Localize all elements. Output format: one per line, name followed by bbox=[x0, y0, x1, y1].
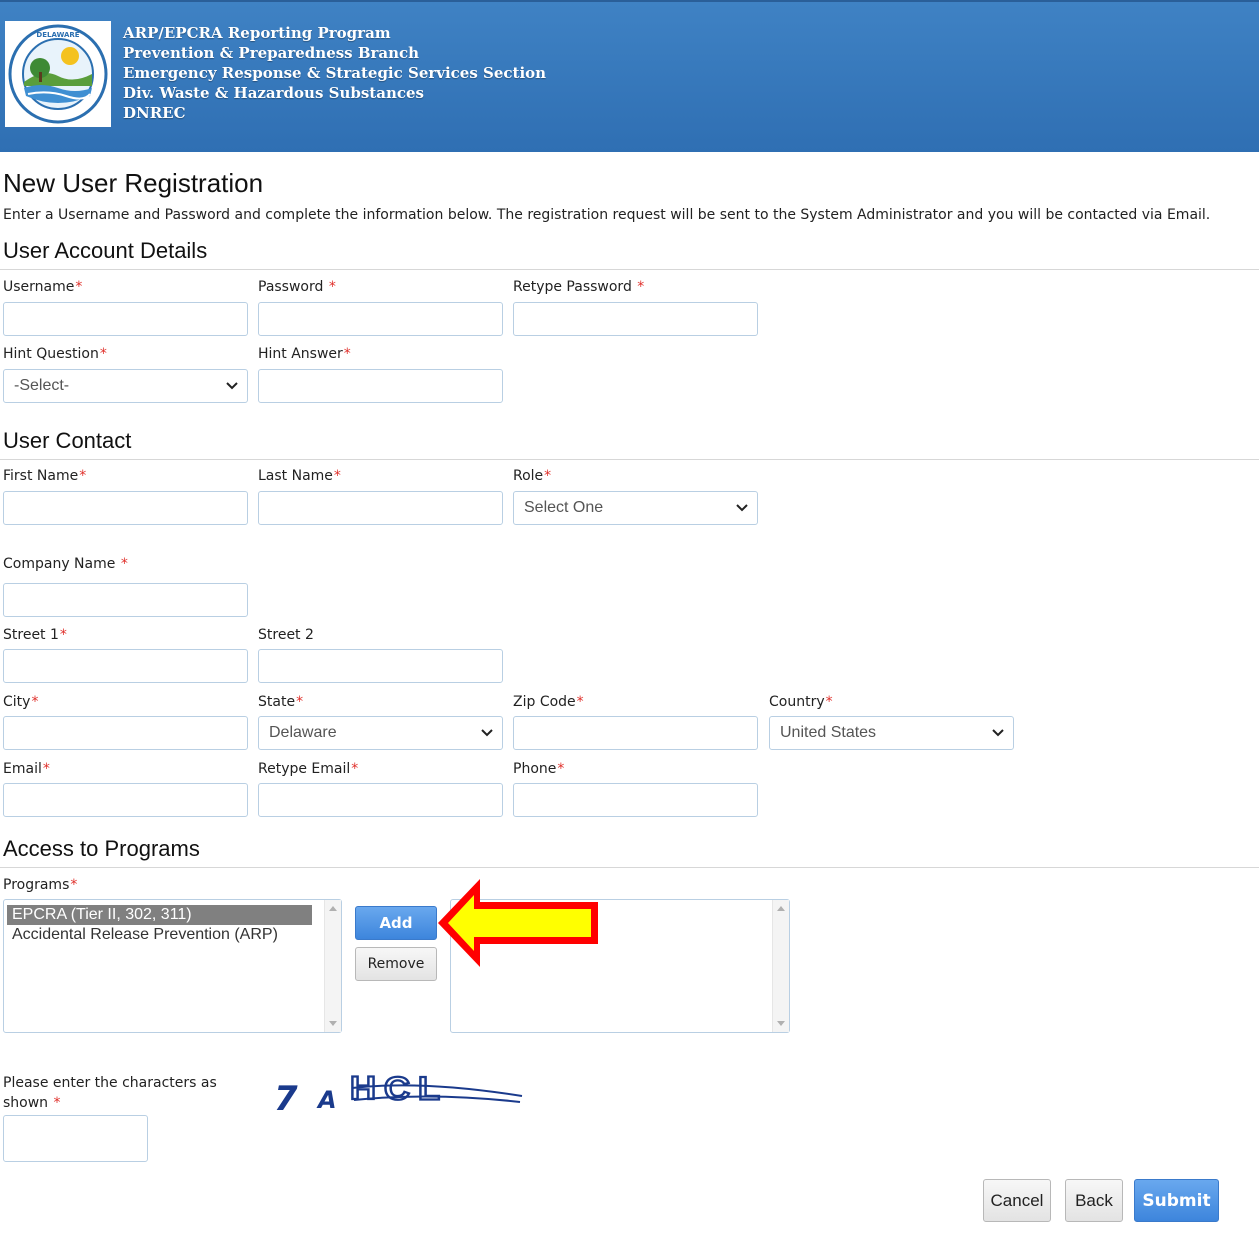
first-name-input[interactable] bbox=[3, 491, 248, 525]
chevron-down-icon bbox=[481, 729, 493, 737]
required-marker: * bbox=[333, 468, 341, 484]
program-title-block: ARP/EPCRA Reporting Program Prevention &… bbox=[123, 23, 546, 123]
programs-label: Programs* bbox=[3, 877, 78, 893]
required-marker: * bbox=[120, 556, 128, 572]
email-input[interactable] bbox=[3, 783, 248, 817]
required-marker: * bbox=[75, 279, 83, 295]
city-label: City* bbox=[3, 694, 39, 710]
hint-answer-label: Hint Answer* bbox=[258, 346, 351, 362]
first-name-label: First Name* bbox=[3, 468, 87, 484]
captcha-input[interactable] bbox=[3, 1115, 148, 1162]
required-marker: * bbox=[79, 468, 87, 484]
intro-text: Enter a Username and Password and comple… bbox=[3, 207, 1211, 223]
required-marker: * bbox=[557, 761, 565, 777]
street1-label: Street 1* bbox=[3, 627, 67, 643]
company-name-input[interactable] bbox=[3, 583, 248, 617]
last-name-label: Last Name* bbox=[258, 468, 341, 484]
required-marker: * bbox=[576, 694, 584, 710]
header-line-program: ARP/EPCRA Reporting Program bbox=[123, 24, 391, 42]
program-option-epcra[interactable]: EPCRA (Tier II, 302, 311) bbox=[7, 905, 312, 925]
password-label: Password * bbox=[258, 279, 336, 295]
back-button[interactable]: Back bbox=[1065, 1179, 1123, 1222]
section-divider bbox=[0, 867, 1259, 868]
company-name-label: Company Name * bbox=[3, 556, 128, 572]
retype-email-label: Retype Email* bbox=[258, 761, 359, 777]
site-header: DELAWARE ARP/EPCRA Reporting Program Pre… bbox=[0, 0, 1259, 152]
captcha-char-5: L bbox=[418, 1071, 440, 1107]
required-marker: * bbox=[53, 1095, 61, 1111]
zip-code-label: Zip Code* bbox=[513, 694, 584, 710]
password-input[interactable] bbox=[258, 302, 503, 336]
username-label: Username* bbox=[3, 279, 83, 295]
cancel-button[interactable]: Cancel bbox=[983, 1179, 1051, 1222]
section-title-programs: Access to Programs bbox=[3, 836, 200, 861]
street1-input[interactable] bbox=[3, 649, 248, 683]
submit-button[interactable]: Submit bbox=[1134, 1179, 1219, 1222]
hint-question-select[interactable]: -Select- bbox=[3, 369, 248, 403]
street2-label: Street 2 bbox=[258, 627, 314, 643]
chevron-down-icon bbox=[736, 504, 748, 512]
captcha-image: 7 A H C L bbox=[272, 1069, 532, 1120]
state-label: State* bbox=[258, 694, 304, 710]
hint-question-value: -Select- bbox=[14, 377, 70, 394]
chevron-down-icon bbox=[992, 729, 1004, 737]
captcha-char-4: C bbox=[384, 1071, 410, 1107]
chevron-down-icon bbox=[226, 382, 238, 390]
zip-code-input[interactable] bbox=[513, 716, 758, 750]
dnrec-logo: DELAWARE bbox=[5, 21, 111, 127]
header-line-agency: DNREC bbox=[123, 104, 186, 122]
required-marker: * bbox=[31, 694, 39, 710]
captcha-label: Please enter the characters as shown * bbox=[3, 1075, 217, 1111]
last-name-input[interactable] bbox=[258, 491, 503, 525]
retype-email-input[interactable] bbox=[258, 783, 503, 817]
country-select[interactable]: United States bbox=[769, 716, 1014, 750]
required-marker: * bbox=[296, 694, 304, 710]
required-marker: * bbox=[825, 694, 833, 710]
captcha-char-1: 7 bbox=[274, 1079, 298, 1119]
required-marker: * bbox=[343, 346, 351, 362]
svg-text:DELAWARE: DELAWARE bbox=[36, 31, 79, 39]
required-marker: * bbox=[351, 761, 359, 777]
hint-answer-input[interactable] bbox=[258, 369, 503, 403]
header-line-branch: Prevention & Preparedness Branch bbox=[123, 44, 420, 62]
phone-label: Phone* bbox=[513, 761, 565, 777]
page-title: New User Registration bbox=[3, 168, 264, 198]
required-marker: * bbox=[99, 346, 107, 362]
remove-program-button[interactable]: Remove bbox=[355, 947, 437, 981]
available-programs-list[interactable]: EPCRA (Tier II, 302, 311) Accidental Rel… bbox=[3, 899, 342, 1033]
country-label: Country* bbox=[769, 694, 833, 710]
required-marker: * bbox=[70, 877, 78, 893]
role-select[interactable]: Select One bbox=[513, 491, 758, 525]
highlight-arrow-icon bbox=[438, 879, 598, 967]
retype-password-input[interactable] bbox=[513, 302, 758, 336]
program-option-arp[interactable]: Accidental Release Prevention (ARP) bbox=[4, 925, 341, 945]
header-line-section: Emergency Response & Strategic Services … bbox=[123, 64, 547, 82]
header-line-division: Div. Waste & Hazardous Substances bbox=[123, 84, 424, 102]
hint-question-label: Hint Question* bbox=[3, 346, 107, 362]
add-program-button[interactable]: Add bbox=[355, 906, 437, 940]
city-input[interactable] bbox=[3, 716, 248, 750]
role-label: Role* bbox=[513, 468, 552, 484]
list-scrollbar[interactable] bbox=[324, 900, 341, 1032]
section-divider bbox=[0, 459, 1259, 460]
email-label: Email* bbox=[3, 761, 50, 777]
required-marker: * bbox=[637, 279, 645, 295]
required-marker: * bbox=[328, 279, 336, 295]
section-title-account: User Account Details bbox=[3, 238, 208, 263]
country-value: United States bbox=[780, 724, 877, 741]
state-value: Delaware bbox=[269, 724, 337, 741]
username-input[interactable] bbox=[3, 302, 248, 336]
required-marker: * bbox=[544, 468, 552, 484]
phone-input[interactable] bbox=[513, 783, 758, 817]
retype-password-label: Retype Password * bbox=[513, 279, 645, 295]
section-divider bbox=[0, 269, 1259, 270]
street2-input[interactable] bbox=[258, 649, 503, 683]
section-title-contact: User Contact bbox=[3, 428, 132, 453]
role-value: Select One bbox=[524, 499, 604, 516]
required-marker: * bbox=[42, 761, 50, 777]
captcha-char-2: A bbox=[316, 1086, 337, 1114]
state-select[interactable]: Delaware bbox=[258, 716, 503, 750]
required-marker: * bbox=[59, 627, 67, 643]
list-scrollbar[interactable] bbox=[772, 900, 789, 1032]
